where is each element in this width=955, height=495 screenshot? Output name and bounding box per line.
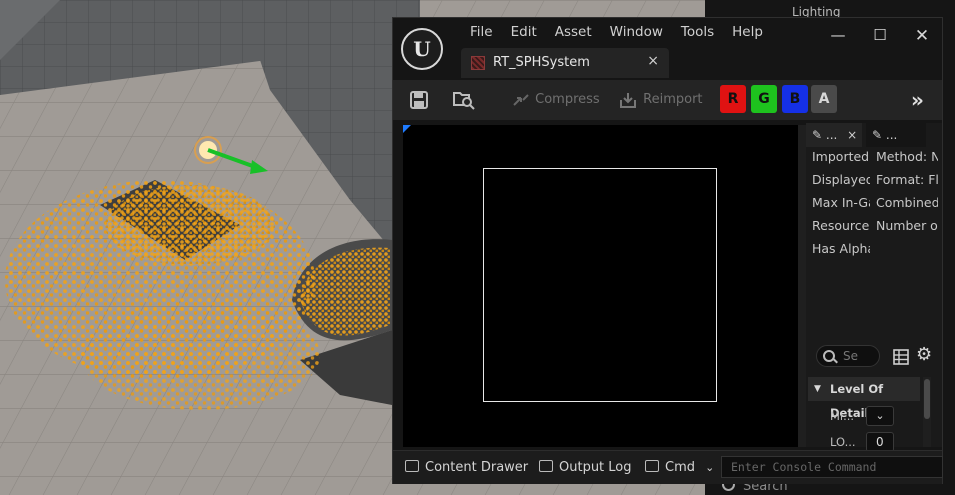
info-row: Has Alpha bbox=[806, 241, 942, 264]
details-tab-2-label: ... bbox=[885, 128, 898, 142]
chevron-down-icon: ▼ bbox=[814, 384, 821, 394]
terminal-icon bbox=[645, 460, 659, 472]
details-search-placeholder: Se bbox=[843, 349, 858, 363]
info-value: Combined bbox=[876, 195, 938, 210]
details-search-input[interactable]: Se bbox=[816, 345, 880, 367]
info-value: Format: Fl bbox=[876, 172, 938, 187]
search-icon bbox=[823, 350, 835, 362]
info-row: Displayed Format: Fl bbox=[806, 172, 942, 195]
info-value: Number o bbox=[876, 218, 938, 233]
menu-help[interactable]: Help bbox=[723, 23, 772, 41]
info-row: Imported: Method: N bbox=[806, 149, 942, 172]
close-window-button[interactable]: ✕ bbox=[907, 26, 937, 46]
channel-b-toggle[interactable]: B bbox=[782, 85, 808, 113]
unreal-logo-icon[interactable]: U bbox=[401, 28, 443, 70]
lod-bias-input[interactable]: 0 bbox=[866, 432, 894, 452]
details-panel: ✎ ... × ✎ ... Imported: Method: N Display… bbox=[806, 123, 942, 452]
texture-info-grid: Imported: Method: N Displayed Format: Fl M… bbox=[806, 149, 942, 264]
details-tab-label: ... bbox=[825, 128, 838, 142]
more-options-chevron-icon[interactable]: » bbox=[911, 88, 924, 112]
save-button[interactable] bbox=[410, 88, 428, 112]
maximize-button[interactable]: ☐ bbox=[865, 26, 895, 46]
details-tab-close-icon[interactable]: × bbox=[847, 128, 857, 142]
compress-button[interactable]: Compress bbox=[511, 88, 600, 112]
menu-tools[interactable]: Tools bbox=[672, 23, 723, 41]
info-row: Max In-Ga Combined bbox=[806, 195, 942, 218]
browse-folder-icon bbox=[453, 91, 475, 110]
minimize-button[interactable]: — bbox=[823, 26, 853, 46]
details-tab-2[interactable]: ✎ ... bbox=[866, 123, 926, 147]
settings-gear-icon[interactable]: ⚙ bbox=[916, 344, 932, 365]
menu-edit[interactable]: Edit bbox=[502, 23, 546, 41]
console-command-input[interactable]: Enter Console Command bbox=[721, 456, 943, 478]
cmd-dropdown[interactable]: Cmd ⌄ bbox=[645, 457, 714, 479]
info-value: Method: N bbox=[876, 149, 938, 164]
status-bar: Content Drawer Output Log Cmd ⌄ Enter Co… bbox=[393, 450, 943, 484]
mip-gen-dropdown[interactable]: ⌄ bbox=[866, 406, 894, 426]
tab-label: RT_SPHSystem bbox=[493, 55, 590, 70]
chevron-down-icon: ⌄ bbox=[705, 461, 715, 474]
lod-row-mip-gen: Mi... ⌄ bbox=[808, 403, 920, 429]
info-label: Max In-Ga bbox=[812, 195, 870, 210]
compress-label: Compress bbox=[535, 92, 600, 107]
info-label: Resource bbox=[812, 218, 870, 233]
content-drawer-button[interactable]: Content Drawer bbox=[405, 457, 528, 479]
compress-icon bbox=[513, 93, 529, 106]
lod-row-label: Mi... bbox=[830, 409, 855, 423]
pencil-icon: ✎ bbox=[812, 128, 823, 142]
save-icon bbox=[410, 90, 428, 109]
channel-g-toggle[interactable]: G bbox=[751, 85, 777, 113]
output-log-label: Output Log bbox=[559, 460, 632, 475]
tab-close-icon[interactable]: × bbox=[647, 53, 659, 69]
channel-r-toggle[interactable]: R bbox=[720, 85, 746, 113]
pencil-icon: ✎ bbox=[872, 128, 883, 142]
texture-preview bbox=[483, 168, 717, 402]
info-label: Has Alpha bbox=[812, 241, 870, 256]
reimport-label: Reimport bbox=[643, 92, 703, 107]
details-scrollbar[interactable] bbox=[923, 377, 931, 447]
texture-viewport[interactable] bbox=[403, 125, 798, 447]
table-view-icon[interactable] bbox=[893, 349, 909, 365]
menu-bar: File Edit Asset Window Tools Help bbox=[461, 23, 772, 41]
reimport-button[interactable]: Reimport bbox=[619, 88, 703, 112]
channel-a-toggle[interactable]: A bbox=[811, 85, 837, 113]
tab-rt-sphsystem[interactable]: RT_SPHSystem × bbox=[461, 48, 669, 78]
content-drawer-label: Content Drawer bbox=[425, 460, 529, 475]
info-row: Resource Number o bbox=[806, 218, 942, 241]
reimport-icon bbox=[620, 92, 636, 108]
browse-asset-button[interactable] bbox=[453, 88, 475, 112]
menu-window[interactable]: Window bbox=[601, 23, 672, 41]
output-log-button[interactable]: Output Log bbox=[539, 457, 632, 479]
details-tab[interactable]: ✎ ... × bbox=[806, 123, 862, 147]
menu-file[interactable]: File bbox=[461, 23, 502, 41]
output-log-icon bbox=[539, 460, 553, 472]
cmd-label: Cmd bbox=[665, 460, 695, 475]
info-label: Imported: bbox=[812, 149, 870, 164]
viewport-corner-marker bbox=[403, 125, 411, 133]
info-label: Displayed bbox=[812, 172, 870, 187]
title-bar[interactable]: U File Edit Asset Window Tools Help — ☐ … bbox=[393, 18, 942, 80]
toolbar: Compress Reimport R G B A » bbox=[393, 80, 942, 120]
texture-asset-icon bbox=[471, 56, 485, 70]
level-of-detail-section[interactable]: ▼ Level Of Detail bbox=[808, 377, 920, 420]
menu-asset[interactable]: Asset bbox=[546, 23, 601, 41]
texture-editor-window: U File Edit Asset Window Tools Help — ☐ … bbox=[392, 17, 943, 484]
viewport-splitter[interactable] bbox=[798, 125, 806, 447]
scrollbar-thumb[interactable] bbox=[924, 379, 930, 419]
content-drawer-icon bbox=[405, 460, 419, 472]
